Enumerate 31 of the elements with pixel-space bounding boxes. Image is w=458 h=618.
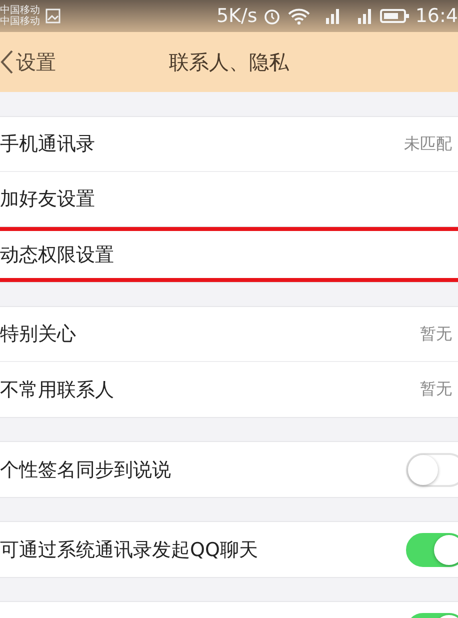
network-speed: 5K/s: [216, 5, 258, 27]
row-label: 不常用联系人: [0, 378, 114, 402]
image-icon: [45, 8, 61, 24]
row-label: 可通过系统通讯录发起QQ聊天: [0, 538, 258, 562]
signal-icon: [326, 8, 340, 24]
clock: 16:4: [415, 5, 458, 27]
settings-row[interactable]: 加好友设置: [0, 172, 458, 227]
row-value: 未匹配: [404, 134, 452, 154]
back-button[interactable]: 设置: [0, 48, 56, 76]
page-title: 联系人、隐私: [168, 48, 290, 76]
row-label: 加好友设置: [0, 187, 95, 212]
row-value: 暂无: [420, 379, 452, 400]
toggle-switch[interactable]: [406, 532, 458, 566]
settings-row[interactable]: 个性签名同步到说说: [0, 442, 458, 497]
carrier-name: 中国移动: [0, 16, 40, 27]
carrier-name: 中国移动: [0, 5, 40, 16]
row-label: 个性签名同步到说说: [0, 458, 171, 482]
row-label: 手机通讯录: [0, 132, 95, 157]
signal-icon: [358, 8, 372, 24]
battery-icon: [380, 8, 410, 24]
settings-row[interactable]: 不常用联系人 暂无: [0, 362, 458, 417]
wifi-icon: [287, 6, 312, 26]
row-value: 暂无: [420, 324, 452, 344]
row-label: 特别关心: [0, 322, 76, 347]
settings-row[interactable]: 可通过系统通讯录发起QQ聊天: [0, 522, 458, 577]
back-icon: [0, 49, 14, 75]
row-label: 动态权限设置: [0, 242, 114, 268]
settings-row[interactable]: 特别关心 暂无: [0, 307, 458, 362]
toggle-switch[interactable]: [406, 452, 458, 486]
settings-row[interactable]: 动态权限设置: [0, 227, 458, 282]
settings-row[interactable]: 手机通讯录 未匹配: [0, 117, 458, 172]
